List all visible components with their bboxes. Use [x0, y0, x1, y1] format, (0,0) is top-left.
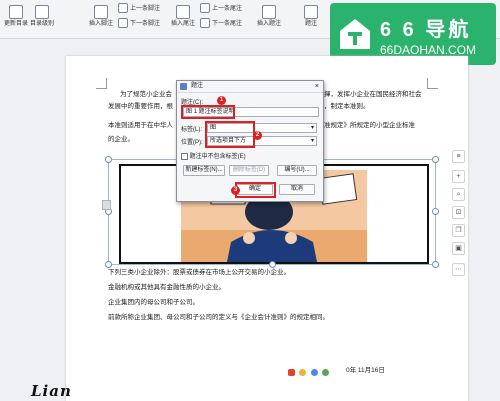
paragraph-line: 企业集团内的母公司和子公司。 — [108, 299, 199, 306]
margin-corner — [96, 78, 107, 89]
endnote-icon — [176, 5, 190, 19]
footnote-icon — [94, 5, 108, 19]
paragraph-line: 金融机构或其他具有金融性质的小企业。 — [108, 284, 225, 291]
step-badge-1: 1 — [217, 96, 226, 105]
layout-options-icon[interactable]: ≡ — [452, 150, 465, 163]
highlight-box-2 — [205, 121, 255, 148]
copy-icon[interactable]: ❐ — [452, 224, 465, 237]
punct-icon — [310, 369, 318, 376]
prev-footnote-button[interactable]: 上一条脚注 — [118, 3, 168, 15]
more-icon[interactable]: ⋯ — [452, 263, 465, 276]
chevron-down-icon: ▾ — [310, 125, 314, 131]
step-badge-3: 3 — [231, 186, 240, 195]
mode-icon — [299, 369, 307, 376]
date-text: 0年 11月16日 — [346, 367, 385, 374]
resize-handle[interactable] — [432, 156, 439, 163]
highlight-box-3 — [235, 182, 276, 198]
zoom-in-icon[interactable]: + — [452, 170, 465, 183]
paragraph-line: 发展中的重要作用，根 — [108, 103, 173, 110]
update-toc-button[interactable]: 更新目录 — [4, 2, 28, 36]
paragraph-line: 为了规范小企业会 — [120, 91, 172, 98]
prev-icon — [200, 3, 210, 14]
resize-handle[interactable] — [432, 261, 439, 268]
insert-caption-button[interactable]: 插入题注 — [256, 2, 282, 36]
next-footnote-button[interactable]: 下一条脚注 — [118, 18, 168, 30]
caption-dialog: 题注 × 题注(C): 图 1 题注标签说明 标签(L): 图 ▾ 位置(P):… — [176, 80, 324, 202]
paragraph-line: 下列三类小企业除外：股票或债券在市场上公开交易的小企业。 — [108, 269, 290, 276]
handwriting-signature: Lian — [31, 382, 72, 400]
paragraph-line: 准规定》所规定的小型企业标准 — [324, 122, 415, 129]
paragraph-line: 揮，发挥小企业在国民经济和社会 — [324, 91, 422, 98]
close-icon[interactable]: × — [315, 81, 319, 92]
numbering-button[interactable]: 编号(U)... — [277, 165, 317, 176]
picture-icon[interactable]: ▣ — [452, 242, 465, 255]
paragraph-line: ，制定本准则。 — [324, 103, 370, 110]
document-anchor-icon — [102, 200, 111, 210]
toc-level-button[interactable]: 目录级别 — [30, 2, 54, 36]
resize-handle[interactable] — [432, 208, 439, 215]
list-icon — [35, 5, 49, 19]
step-badge-2: 2 — [253, 131, 262, 140]
label-label: 标签(L): — [181, 127, 203, 133]
next-icon — [118, 18, 128, 29]
chevron-down-icon: ▾ — [310, 138, 314, 144]
caption-icon — [304, 5, 318, 19]
delete-label-button[interactable]: 删除标签(D) — [229, 165, 269, 176]
next-icon — [200, 18, 210, 29]
dialog-title: 题注 — [191, 83, 204, 89]
prev-endnote-button[interactable]: 上一条尾注 — [200, 3, 252, 15]
caption-icon — [262, 5, 276, 19]
cancel-button[interactable]: 取消 — [279, 184, 315, 195]
next-endnote-button[interactable]: 下一条尾注 — [200, 18, 252, 30]
crop-icon[interactable]: ⊡ — [452, 206, 465, 219]
dialog-titlebar: 题注 × — [177, 81, 323, 93]
resize-handle[interactable] — [105, 156, 112, 163]
new-label-button[interactable]: 新建标签(N)... — [183, 165, 225, 176]
highlight-box-1 — [181, 105, 235, 119]
margin-corner — [427, 78, 438, 89]
house-icon — [340, 19, 370, 49]
position-label: 位置(P): — [181, 140, 203, 146]
ime-icon — [288, 369, 295, 376]
refresh-icon — [9, 5, 23, 19]
paragraph-line: 的企业。 — [108, 136, 134, 143]
checkbox-icon — [181, 152, 188, 160]
exclude-label-checkbox[interactable]: 题注中不包含标签(E) — [181, 151, 246, 160]
input-method-bar — [288, 363, 344, 376]
insert-footnote-button[interactable]: 插入脚注 — [88, 2, 114, 36]
caption-button[interactable]: 题注 — [300, 2, 322, 36]
paragraph-line: 前款所称企业集团、母公司和子公司的定义与《企业会计准则》的规定相同。 — [108, 314, 329, 321]
zoom-icon[interactable]: ⌕ — [452, 188, 465, 201]
paragraph-line: 本准则适用于在中华人 — [108, 122, 173, 129]
prev-icon — [118, 3, 128, 14]
dialog-app-icon — [180, 83, 187, 90]
insert-endnote-button[interactable]: 插入尾注 — [170, 2, 196, 36]
